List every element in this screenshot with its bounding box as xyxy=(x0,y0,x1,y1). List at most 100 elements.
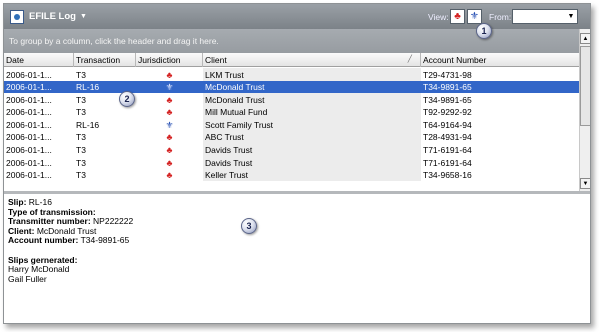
cell-client: Davids Trust xyxy=(203,143,421,157)
efile-log-window: EFILE Log ▼ View: ♣ ⚜ From: ▼ To group b… xyxy=(3,3,591,324)
scroll-thumb[interactable] xyxy=(580,46,590,126)
cell-transaction: T3 xyxy=(76,145,86,156)
cell-account: T64-9164-94 xyxy=(423,119,472,130)
fleur-de-lis-icon: ⚜ xyxy=(470,10,479,22)
title-dropdown-icon[interactable]: ▼ xyxy=(80,13,87,20)
detail-slip-item: Harry McDonald xyxy=(8,264,70,275)
cell-date: 2006-01-1... xyxy=(6,157,52,168)
cell-client: McDonald Trust xyxy=(203,93,421,106)
callout-3: 3 xyxy=(241,218,257,234)
column-header-date[interactable]: Date xyxy=(4,53,74,67)
detail-slip: Slip: RL-16 xyxy=(8,197,52,207)
cell-jurisdiction: ♣ xyxy=(136,106,203,119)
cell-client: LKM Trust xyxy=(203,68,421,81)
vertical-scrollbar[interactable]: ▲ ▼ xyxy=(579,29,590,191)
cell-date: 2006-01-1... xyxy=(6,94,52,105)
maple-leaf-icon: ♣ xyxy=(454,10,461,22)
cell-transaction: T3 xyxy=(76,69,86,80)
cell-account: T29-4731-98 xyxy=(423,69,472,80)
fleur-de-lis-icon: ⚜ xyxy=(165,82,174,93)
cell-account: T92-9292-92 xyxy=(423,107,472,118)
cell-client: Scott Family Trust xyxy=(203,118,421,131)
detail-slip-item: Gail Fuller xyxy=(8,273,47,284)
table-row[interactable]: 2006-01-1... RL-16 ⚜ Scott Family Trust T64-… xyxy=(4,118,579,131)
cell-transaction: T3 xyxy=(76,132,86,143)
maple-leaf-icon: ♣ xyxy=(166,145,173,156)
chevron-down-icon[interactable]: ▼ xyxy=(565,10,577,23)
fleur-de-lis-icon: ⚜ xyxy=(165,119,174,130)
cell-date: 2006-01-1... xyxy=(6,119,52,130)
grid-header: Date Transaction Jurisdiction Client ╱ A… xyxy=(4,53,579,67)
detail-client: Client: McDonald Trust xyxy=(8,225,97,236)
column-header-transaction[interactable]: Transaction xyxy=(74,53,136,67)
detail-account: Account number: T34-9891-65 xyxy=(8,235,130,246)
cell-jurisdiction: ♣ xyxy=(136,93,203,106)
cell-date: 2006-01-1... xyxy=(6,107,52,118)
cell-transaction: T3 xyxy=(76,157,86,168)
group-by-panel[interactable]: To group by a column, click the header a… xyxy=(4,29,579,53)
maple-leaf-icon: ♣ xyxy=(166,157,173,168)
scroll-down-icon[interactable]: ▼ xyxy=(580,178,590,189)
maple-leaf-icon: ♣ xyxy=(166,107,173,118)
sort-ascending-icon: ╱ xyxy=(407,56,412,63)
cell-date: 2006-01-1... xyxy=(6,82,52,93)
cell-account: T34-9658-16 xyxy=(423,170,472,181)
scroll-up-icon[interactable]: ▲ xyxy=(580,33,590,44)
cell-jurisdiction: ♣ xyxy=(136,169,203,182)
cell-jurisdiction: ♣ xyxy=(136,68,203,81)
details-panel: Slip: RL-16 Type of transmission: Transm… xyxy=(4,194,590,323)
cell-jurisdiction: ♣ xyxy=(136,131,203,144)
maple-leaf-icon: ♣ xyxy=(166,94,173,105)
table-row[interactable]: 2006-01-1... RL-16 ⚜ McDonald Trust T34-9891… xyxy=(4,80,579,94)
cell-client: Keller Trust xyxy=(203,168,421,182)
cell-account: T34-9891-65 xyxy=(423,94,472,105)
table-row[interactable]: 2006-01-1... T3 ♣ LKM Trust T29-4731-98 xyxy=(4,68,579,81)
from-date-select[interactable]: ▼ xyxy=(512,9,578,24)
column-header-account-number[interactable]: Account Number xyxy=(421,53,579,67)
cell-date: 2006-01-1... xyxy=(6,145,52,156)
cell-client: Davids Trust xyxy=(203,156,421,169)
cell-transaction: T3 xyxy=(76,107,86,118)
table-row[interactable]: 2006-01-1... T3 ♣ Mill Mutual Fund T92-9292-… xyxy=(4,105,579,119)
detail-transmitter: Transmitter number: NP222222 xyxy=(8,216,134,227)
from-label: From: xyxy=(489,12,512,22)
cell-account: T34-9891-65 xyxy=(423,82,472,93)
column-header-client-label: Client xyxy=(205,55,227,65)
maple-leaf-icon: ♣ xyxy=(166,132,173,143)
cell-client: ABC Trust xyxy=(203,130,421,144)
table-row[interactable]: 2006-01-1... T3 ♣ Davids Trust T71-6191-64 xyxy=(4,156,579,169)
table-row[interactable]: 2006-01-1... T3 ♣ Davids Trust T71-6191-64 xyxy=(4,143,579,157)
table-row[interactable]: 2006-01-1... T3 ♣ McDonald Trust T34-9891-65 xyxy=(4,93,579,106)
detail-slips-heading: Slips gernerated: xyxy=(8,254,78,265)
cell-date: 2006-01-1... xyxy=(6,132,52,143)
cell-client: McDonald Trust xyxy=(205,82,265,93)
cell-transaction: RL-16 xyxy=(76,119,100,130)
cell-jurisdiction: ⚜ xyxy=(136,81,203,94)
cell-account: T71-6191-64 xyxy=(423,145,472,156)
column-header-client[interactable]: Client ╱ xyxy=(203,53,421,67)
cell-jurisdiction: ♣ xyxy=(136,144,203,157)
cell-account: T71-6191-64 xyxy=(423,157,472,168)
column-header-jurisdiction[interactable]: Jurisdiction xyxy=(136,53,203,67)
title-bar: EFILE Log ▼ View: ♣ ⚜ From: ▼ xyxy=(4,4,590,29)
maple-leaf-icon: ♣ xyxy=(166,69,173,80)
maple-leaf-icon: ♣ xyxy=(166,170,173,181)
callout-1: 1 xyxy=(476,23,492,39)
cell-account: T28-4931-94 xyxy=(423,132,472,143)
table-row[interactable]: 2006-01-1... T3 ♣ Keller Trust T34-9658-16 xyxy=(4,168,579,182)
callout-2: 2 xyxy=(119,91,135,107)
efile-log-grid: Date Transaction Jurisdiction Client ╱ A… xyxy=(4,53,579,191)
view-quebec-button[interactable]: ⚜ xyxy=(467,9,482,24)
cell-jurisdiction: ♣ xyxy=(136,156,203,169)
cell-client: Mill Mutual Fund xyxy=(203,105,421,119)
group-by-hint: To group by a column, click the header a… xyxy=(9,36,219,46)
cell-jurisdiction: ⚜ xyxy=(136,118,203,131)
efile-app-icon xyxy=(10,9,24,24)
cell-date: 2006-01-1... xyxy=(6,170,52,181)
table-row[interactable]: 2006-01-1... T3 ♣ ABC Trust T28-4931-94 xyxy=(4,130,579,144)
detail-type: Type of transmission: xyxy=(8,206,96,217)
window-title[interactable]: EFILE Log xyxy=(29,11,76,22)
view-canada-button[interactable]: ♣ xyxy=(450,9,465,24)
view-label: View: xyxy=(428,12,449,22)
grid-rows: 2006-01-1... T3 ♣ LKM Trust T29-4731-98 2006-… xyxy=(4,68,579,182)
